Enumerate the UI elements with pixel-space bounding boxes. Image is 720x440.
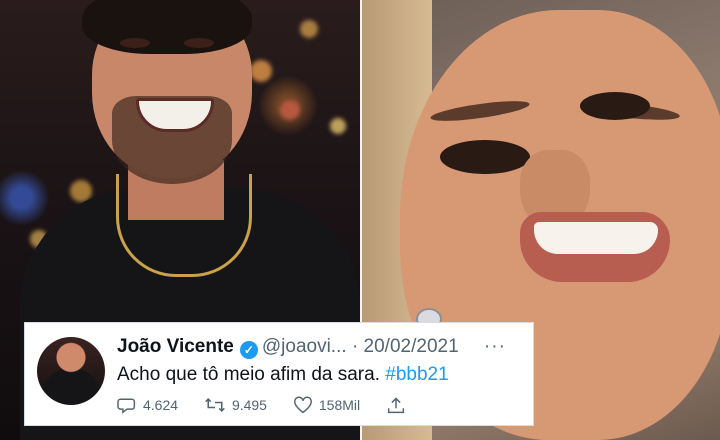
avatar[interactable] — [37, 337, 105, 405]
retweet-count: 9.495 — [231, 397, 267, 413]
retweet-button[interactable]: 9.495 — [204, 396, 267, 414]
like-count: 158Mil — [318, 397, 361, 413]
reply-button[interactable]: 4.624 — [117, 396, 178, 414]
man-eye-left — [120, 38, 150, 48]
share-icon — [387, 397, 405, 414]
bokeh-light — [300, 20, 318, 38]
tweet-date[interactable]: 20/02/2021 — [364, 336, 459, 357]
tweet-actions: 4.624 9.495 158Mil — [117, 396, 434, 417]
heart-icon — [293, 396, 312, 414]
man-eye-right — [184, 38, 214, 48]
bokeh-light — [250, 60, 272, 82]
woman-eye-left — [440, 140, 530, 174]
verified-badge-icon: ✓ — [239, 341, 258, 359]
display-name[interactable]: João Vicente — [117, 336, 234, 357]
reply-count: 4.624 — [143, 397, 179, 413]
header-separator: · — [351, 336, 359, 357]
man-hair — [82, 0, 252, 54]
reply-icon — [117, 398, 136, 414]
woman-teeth — [534, 222, 658, 254]
like-button[interactable]: 158Mil — [293, 396, 360, 414]
woman-eye-right — [580, 92, 650, 120]
tweet-header: João Vicente ✓ @joaovi... · 20/02/2021 ··· — [117, 335, 506, 359]
hashtag-link[interactable]: #bbb21 — [385, 364, 448, 385]
tweet-card[interactable]: João Vicente ✓ @joaovi... · 20/02/2021 ···… — [24, 322, 534, 426]
bokeh-light — [330, 118, 346, 134]
man-necklace — [116, 174, 252, 277]
share-button[interactable] — [386, 396, 412, 414]
retweet-icon — [205, 397, 225, 413]
more-icon[interactable]: ··· — [484, 336, 506, 357]
tweet-body: Acho que tô meio afim da sara. — [117, 364, 386, 385]
user-handle[interactable]: @joaovi... — [262, 336, 347, 357]
bokeh-light — [280, 100, 300, 120]
tweet-text: Acho que tô meio afim da sara. #bbb21 — [117, 363, 449, 387]
